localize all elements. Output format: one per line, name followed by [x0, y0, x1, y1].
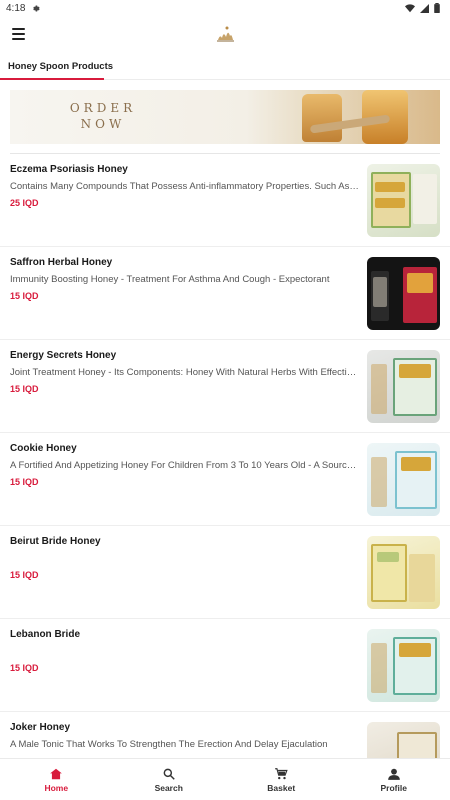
nav-basket-label: Basket — [267, 782, 296, 793]
status-time: 4:18 — [6, 2, 26, 14]
nav-home[interactable]: Home — [0, 759, 113, 800]
product-item[interactable]: Beirut Bride Honey 15 IQD — [0, 526, 450, 619]
wifi-icon — [405, 3, 415, 12]
app-bar — [0, 16, 450, 52]
product-price: 15 IQD — [10, 291, 39, 301]
product-image — [367, 164, 440, 237]
product-item[interactable]: Lebanon Bride 15 IQD — [0, 619, 450, 712]
bottom-navigation: Home Search Basket Profile — [0, 758, 450, 800]
product-price: 15 IQD — [10, 384, 39, 394]
product-description: Joint Treatment Honey - Its Components: … — [10, 367, 360, 378]
product-item[interactable]: Cookie Honey A Fortified And Appetizing … — [0, 433, 450, 526]
product-name: Energy Secrets Honey — [10, 350, 117, 361]
product-image — [367, 257, 440, 330]
product-description: Contains Many Compounds That Possess Ant… — [10, 181, 360, 192]
product-name: Cookie Honey — [10, 443, 77, 454]
menu-icon[interactable] — [12, 25, 30, 43]
tab-honey-spoon-products[interactable]: Honey Spoon Products — [0, 52, 121, 80]
banner-line-2: NOW — [80, 117, 126, 131]
product-description: Immunity Boosting Honey - Treatment For … — [10, 274, 330, 285]
product-price: 15 IQD — [10, 477, 39, 487]
status-bar: 4:18 — [0, 0, 450, 16]
banner-text: ORDER NOW — [58, 100, 148, 132]
product-name: Saffron Herbal Honey — [10, 257, 113, 268]
battery-icon — [434, 3, 440, 13]
order-now-banner[interactable]: ORDER NOW — [10, 90, 440, 144]
home-icon — [50, 768, 63, 779]
product-item[interactable]: Saffron Herbal Honey Immunity Boosting H… — [0, 247, 450, 340]
product-price: 15 IQD — [10, 570, 39, 580]
product-description: A Fortified And Appetizing Honey For Chi… — [10, 460, 360, 471]
search-icon — [163, 768, 175, 780]
product-name: Beirut Bride Honey — [10, 536, 101, 547]
nav-profile-label: Profile — [380, 782, 407, 793]
banner-line-1: ORDER — [69, 101, 137, 115]
tab-indicator — [0, 78, 104, 80]
nav-profile[interactable]: Profile — [338, 759, 450, 800]
signal-icon — [420, 3, 429, 13]
product-name: Eczema Psoriasis Honey — [10, 164, 128, 175]
category-tabs: Honey Spoon Products — [0, 52, 450, 80]
product-image — [367, 350, 440, 423]
product-description: A Male Tonic That Works To Strengthen Th… — [10, 739, 328, 750]
product-name: Lebanon Bride — [10, 629, 81, 640]
basket-icon — [275, 767, 288, 779]
nav-basket[interactable]: Basket — [225, 759, 338, 800]
product-price: 25 IQD — [10, 198, 39, 208]
product-image — [367, 536, 440, 609]
product-image — [367, 443, 440, 516]
nav-search[interactable]: Search — [113, 759, 226, 800]
product-item[interactable]: Energy Secrets Honey Joint Treatment Hon… — [0, 340, 450, 433]
product-list: Eczema Psoriasis Honey Contains Many Com… — [0, 154, 450, 800]
product-item[interactable]: Eczema Psoriasis Honey Contains Many Com… — [0, 154, 450, 247]
profile-icon — [387, 768, 400, 780]
settings-gear-icon — [33, 5, 41, 11]
product-price: 15 IQD — [10, 663, 39, 673]
nav-home-label: Home — [44, 782, 69, 793]
product-name: Joker Honey — [10, 722, 71, 733]
brand-logo — [217, 26, 234, 42]
honey-jar-image — [302, 94, 342, 142]
product-image — [367, 629, 440, 702]
nav-search-label: Search — [154, 782, 183, 793]
